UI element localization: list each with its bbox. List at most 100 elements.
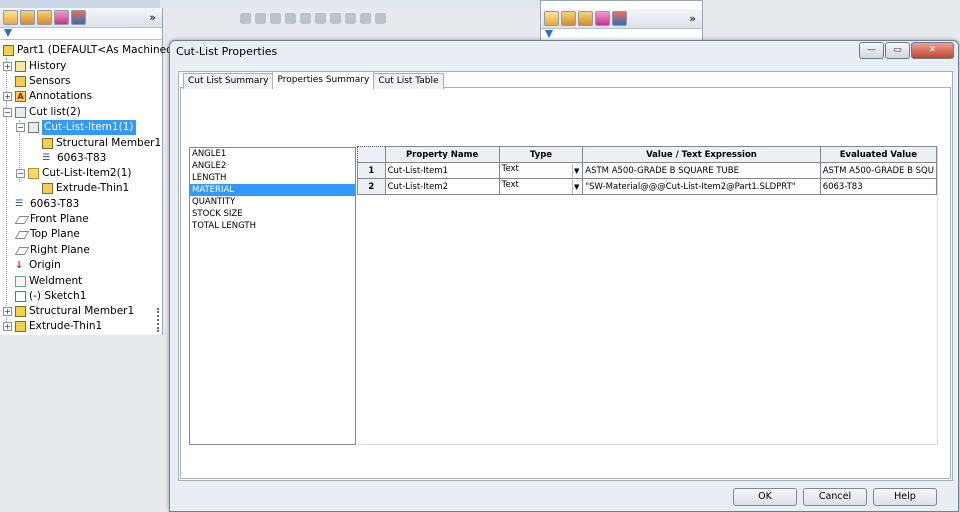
zoom-to-fit-icon[interactable]: [240, 12, 251, 24]
chevron-right-icon[interactable]: »: [689, 12, 696, 25]
cell-property-name[interactable]: Cut-List-Item1: [384, 162, 500, 179]
row-number[interactable]: 2: [357, 178, 386, 195]
tree-item-part[interactable]: Part1 (DEFAULT<As Machined: [3, 43, 173, 58]
display-style-icon[interactable]: [315, 12, 326, 24]
close-button[interactable]: ✕: [911, 42, 954, 59]
view-orientation-icon[interactable]: [300, 12, 311, 24]
column-header-property-name[interactable]: Property Name: [384, 146, 500, 163]
expand-icon[interactable]: +: [3, 62, 12, 71]
tree-item-weldment[interactable]: Weldment: [15, 274, 82, 289]
tree-item-sensors[interactable]: Sensors: [15, 74, 70, 89]
tree-item-label: Origin: [29, 259, 61, 271]
tree-item-material-child[interactable]: ☰ 6063-T83: [42, 151, 106, 166]
tree-item-annotations[interactable]: + A Annotations: [3, 89, 92, 104]
minimize-button[interactable]: —: [859, 42, 884, 59]
tree-item-top-plane[interactable]: Top Plane: [14, 227, 80, 242]
chevron-right-icon[interactable]: »: [149, 11, 156, 24]
feature-manager-icon[interactable]: [544, 11, 559, 26]
display-manager-icon[interactable]: [71, 10, 86, 25]
corner-cell[interactable]: [357, 146, 386, 163]
tree-item-cut-list-item1[interactable]: − Cut-List-Item1(1): [16, 120, 136, 135]
tree-item-extrude-thin1-child[interactable]: Extrude-Thin1: [42, 181, 129, 196]
cut-list-properties-dialog: Cut-List Properties — ▭ ✕ Cut List Summa…: [169, 40, 959, 512]
row-number[interactable]: 1: [357, 162, 386, 179]
tree-item-structural-member1[interactable]: + Structural Member1: [3, 304, 134, 319]
list-item[interactable]: QUANTITY: [190, 196, 355, 208]
configuration-manager-icon[interactable]: [578, 11, 593, 26]
column-header-type[interactable]: Type: [498, 146, 584, 163]
property-manager-icon[interactable]: [20, 10, 35, 25]
tree-item-label: 6063-T83: [57, 152, 107, 164]
folder-icon: [28, 168, 39, 179]
section-view-icon[interactable]: [285, 12, 296, 24]
display-manager-icon[interactable]: [612, 11, 627, 26]
property-name-list[interactable]: ANGLE1 ANGLE2 LENGTH MATERIAL QUANTITY S…: [189, 147, 356, 445]
collapse-icon[interactable]: −: [16, 169, 25, 178]
dimxpert-icon[interactable]: [595, 11, 610, 26]
tree-item-origin[interactable]: ↓ Origin: [15, 258, 61, 273]
dropdown-arrow-icon[interactable]: ▼: [572, 163, 580, 178]
cell-value[interactable]: "SW-Material@@@Cut-List-Item2@Part1.SLDP…: [582, 178, 821, 195]
maximize-button[interactable]: ▭: [885, 42, 910, 59]
tree-item-cut-list-item2[interactable]: − Cut-List-Item2(1): [16, 166, 132, 181]
tree-item-label: Annotations: [29, 90, 93, 102]
table-row: 1 Cut-List-Item1 ▼ Text ASTM A500-GRADE B…: [357, 162, 938, 179]
dialog-tabs: Cut List Summary Properties Summary Cut …: [183, 71, 444, 89]
filter-icon[interactable]: [545, 30, 553, 38]
collapse-icon[interactable]: −: [16, 123, 25, 132]
configuration-manager-icon[interactable]: [37, 10, 52, 25]
tree-item-label: History: [29, 60, 67, 72]
scene-icon[interactable]: [360, 12, 371, 24]
cell-value[interactable]: ASTM A500-GRADE B SQUARE TUBE: [582, 162, 821, 179]
expand-icon[interactable]: +: [3, 92, 12, 101]
tab-properties-summary[interactable]: Properties Summary: [272, 71, 375, 89]
list-item-selected[interactable]: MATERIAL: [190, 184, 355, 196]
tree-item-cut-list[interactable]: − Cut list(2): [3, 105, 81, 120]
ok-button[interactable]: OK: [733, 488, 797, 506]
previous-view-icon[interactable]: [270, 12, 281, 24]
expand-icon[interactable]: +: [3, 307, 12, 316]
tab-cut-list-summary[interactable]: Cut List Summary: [183, 73, 274, 89]
tree-item-label: 6063-T83: [30, 198, 80, 210]
filter-row[interactable]: [0, 28, 162, 40]
list-item[interactable]: ANGLE2: [190, 160, 355, 172]
tree-item-front-plane[interactable]: Front Plane: [14, 212, 89, 227]
tab-cut-list-table[interactable]: Cut List Table: [373, 73, 444, 89]
cell-type[interactable]: ▼ Text: [498, 178, 584, 195]
dimxpert-icon[interactable]: [54, 10, 69, 25]
feature-manager-icon[interactable]: [3, 10, 18, 25]
expand-icon[interactable]: +: [3, 322, 12, 331]
dropdown-arrow-icon[interactable]: ▼: [572, 179, 580, 194]
tree-item-extrude-thin1[interactable]: + Extrude-Thin1: [3, 319, 102, 334]
panel-splitter[interactable]: [157, 308, 163, 332]
zoom-area-icon[interactable]: [255, 12, 266, 24]
tree-item-history[interactable]: + History: [3, 59, 66, 74]
table-header-row: Property Name Type Value / Text Expressi…: [357, 146, 938, 163]
column-header-evaluated-value[interactable]: Evaluated Value: [819, 146, 938, 163]
cancel-button[interactable]: Cancel: [803, 488, 867, 506]
view-toolbar: [240, 10, 386, 26]
dialog-title: Cut-List Properties: [176, 45, 278, 58]
filter-icon[interactable]: [4, 29, 12, 37]
appearance-icon[interactable]: [345, 12, 356, 24]
tree-item-right-plane[interactable]: Right Plane: [14, 243, 90, 258]
list-item[interactable]: TOTAL LENGTH: [190, 220, 355, 232]
view-settings-icon[interactable]: [375, 12, 386, 24]
cell-type[interactable]: ▼ Text: [498, 162, 584, 179]
tree-item-label: (-) Sketch1: [29, 290, 87, 302]
list-item[interactable]: STOCK SIZE: [190, 208, 355, 220]
collapse-icon[interactable]: −: [3, 108, 12, 117]
hide-show-icon[interactable]: [330, 12, 341, 24]
list-item[interactable]: ANGLE1: [190, 148, 355, 160]
list-item[interactable]: LENGTH: [190, 172, 355, 184]
property-manager-icon[interactable]: [561, 11, 576, 26]
tree-item-structural-member1-child[interactable]: Structural Member1: [42, 136, 161, 151]
help-button[interactable]: Help: [873, 488, 937, 506]
tree-item-sketch1[interactable]: (-) Sketch1: [15, 289, 86, 304]
structural-member-icon: [15, 306, 26, 317]
cell-property-name[interactable]: Cut-List-Item2: [384, 178, 500, 195]
extrude-icon: [42, 183, 53, 194]
column-header-value[interactable]: Value / Text Expression: [582, 146, 821, 163]
tree-item-material[interactable]: ☰ 6063-T83: [15, 197, 79, 212]
table-row: 2 Cut-List-Item2 ▼ Text "SW-Material@@@Cu…: [357, 178, 938, 195]
